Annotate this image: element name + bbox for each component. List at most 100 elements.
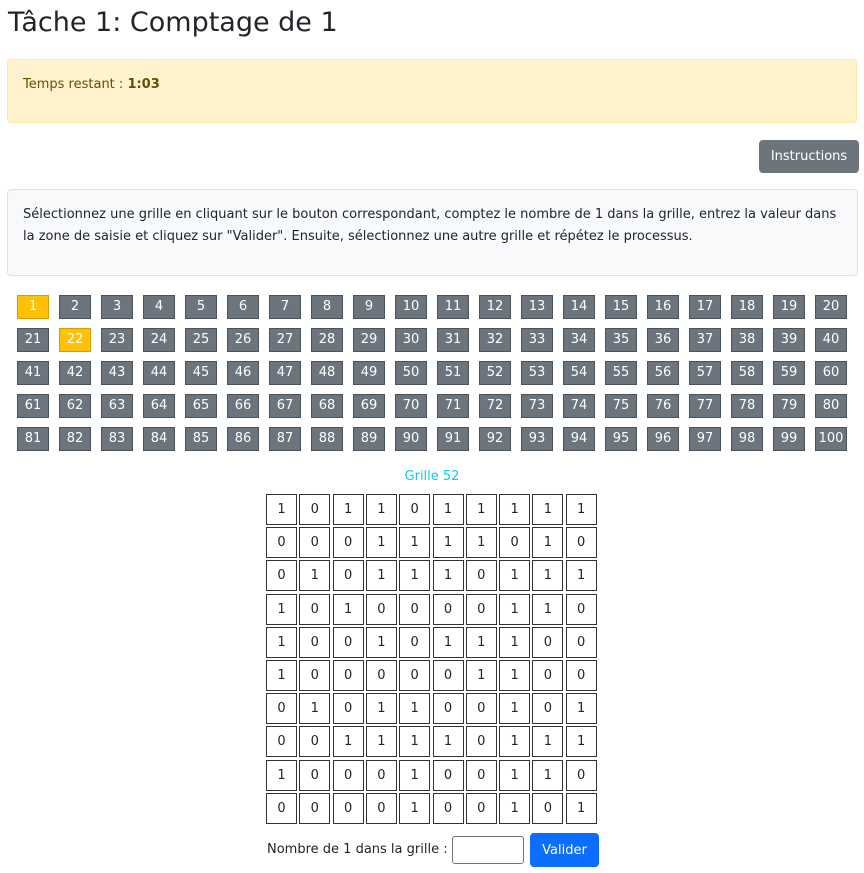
grid-select-button-97[interactable]: 97: [689, 427, 721, 451]
grid-select-button-45[interactable]: 45: [185, 361, 217, 385]
grid-select-button-67[interactable]: 67: [269, 394, 301, 418]
grid-select-button-2[interactable]: 2: [59, 295, 91, 319]
grid-select-button-52[interactable]: 52: [479, 361, 511, 385]
grid-select-button-6[interactable]: 6: [227, 295, 259, 319]
grid-select-button-56[interactable]: 56: [647, 361, 679, 385]
grid-select-button-70[interactable]: 70: [395, 394, 427, 418]
grid-select-button-74[interactable]: 74: [563, 394, 595, 418]
grid-select-button-53[interactable]: 53: [521, 361, 553, 385]
grid-select-button-48[interactable]: 48: [311, 361, 343, 385]
grid-select-button-20[interactable]: 20: [815, 295, 847, 319]
grid-select-button-51[interactable]: 51: [437, 361, 469, 385]
grid-select-button-83[interactable]: 83: [101, 427, 133, 451]
grid-select-button-59[interactable]: 59: [773, 361, 805, 385]
grid-select-button-31[interactable]: 31: [437, 328, 469, 352]
grid-select-button-44[interactable]: 44: [143, 361, 175, 385]
instructions-button[interactable]: Instructions: [759, 140, 859, 173]
grid-select-button-22[interactable]: 22: [59, 328, 91, 352]
grid-select-button-90[interactable]: 90: [395, 427, 427, 451]
grid-select-button-21[interactable]: 21: [17, 328, 49, 352]
grid-select-button-12[interactable]: 12: [479, 295, 511, 319]
grid-select-button-72[interactable]: 72: [479, 394, 511, 418]
grid-select-button-34[interactable]: 34: [563, 328, 595, 352]
grid-select-button-10[interactable]: 10: [395, 295, 427, 319]
grid-select-button-71[interactable]: 71: [437, 394, 469, 418]
grid-select-button-24[interactable]: 24: [143, 328, 175, 352]
grid-select-button-76[interactable]: 76: [647, 394, 679, 418]
grid-select-button-7[interactable]: 7: [269, 295, 301, 319]
grid-select-button-28[interactable]: 28: [311, 328, 343, 352]
grid-select-button-32[interactable]: 32: [479, 328, 511, 352]
grid-select-button-100[interactable]: 100: [815, 427, 847, 451]
grid-select-button-41[interactable]: 41: [17, 361, 49, 385]
grid-select-button-49[interactable]: 49: [353, 361, 385, 385]
grid-select-button-30[interactable]: 30: [395, 328, 427, 352]
grid-select-button-96[interactable]: 96: [647, 427, 679, 451]
grid-select-button-89[interactable]: 89: [353, 427, 385, 451]
grid-select-button-4[interactable]: 4: [143, 295, 175, 319]
grid-select-button-66[interactable]: 66: [227, 394, 259, 418]
grid-select-button-85[interactable]: 85: [185, 427, 217, 451]
grid-select-button-8[interactable]: 8: [311, 295, 343, 319]
grid-select-button-55[interactable]: 55: [605, 361, 637, 385]
grid-select-button-98[interactable]: 98: [731, 427, 763, 451]
grid-select-button-62[interactable]: 62: [59, 394, 91, 418]
grid-select-button-60[interactable]: 60: [815, 361, 847, 385]
grid-select-button-36[interactable]: 36: [647, 328, 679, 352]
grid-select-button-3[interactable]: 3: [101, 295, 133, 319]
grid-select-button-57[interactable]: 57: [689, 361, 721, 385]
grid-select-button-25[interactable]: 25: [185, 328, 217, 352]
grid-select-button-94[interactable]: 94: [563, 427, 595, 451]
grid-select-button-42[interactable]: 42: [59, 361, 91, 385]
grid-select-button-99[interactable]: 99: [773, 427, 805, 451]
grid-select-button-63[interactable]: 63: [101, 394, 133, 418]
grid-select-button-50[interactable]: 50: [395, 361, 427, 385]
grid-select-button-33[interactable]: 33: [521, 328, 553, 352]
grid-select-button-69[interactable]: 69: [353, 394, 385, 418]
answer-input[interactable]: [452, 836, 524, 864]
grid-select-button-39[interactable]: 39: [773, 328, 805, 352]
grid-select-button-37[interactable]: 37: [689, 328, 721, 352]
grid-select-button-26[interactable]: 26: [227, 328, 259, 352]
grid-select-button-75[interactable]: 75: [605, 394, 637, 418]
grid-select-button-81[interactable]: 81: [17, 427, 49, 451]
grid-select-button-46[interactable]: 46: [227, 361, 259, 385]
grid-select-button-58[interactable]: 58: [731, 361, 763, 385]
grid-select-button-40[interactable]: 40: [815, 328, 847, 352]
grid-select-button-73[interactable]: 73: [521, 394, 553, 418]
grid-select-button-87[interactable]: 87: [269, 427, 301, 451]
grid-select-button-93[interactable]: 93: [521, 427, 553, 451]
grid-select-button-95[interactable]: 95: [605, 427, 637, 451]
grid-select-button-54[interactable]: 54: [563, 361, 595, 385]
grid-select-button-9[interactable]: 9: [353, 295, 385, 319]
grid-select-button-14[interactable]: 14: [563, 295, 595, 319]
grid-select-button-80[interactable]: 80: [815, 394, 847, 418]
grid-select-button-43[interactable]: 43: [101, 361, 133, 385]
grid-select-button-79[interactable]: 79: [773, 394, 805, 418]
grid-select-button-61[interactable]: 61: [17, 394, 49, 418]
grid-select-button-16[interactable]: 16: [647, 295, 679, 319]
grid-select-button-84[interactable]: 84: [143, 427, 175, 451]
grid-select-button-77[interactable]: 77: [689, 394, 721, 418]
grid-select-button-91[interactable]: 91: [437, 427, 469, 451]
grid-select-button-47[interactable]: 47: [269, 361, 301, 385]
grid-select-button-78[interactable]: 78: [731, 394, 763, 418]
grid-select-button-92[interactable]: 92: [479, 427, 511, 451]
grid-select-button-5[interactable]: 5: [185, 295, 217, 319]
grid-select-button-64[interactable]: 64: [143, 394, 175, 418]
grid-select-button-86[interactable]: 86: [227, 427, 259, 451]
grid-select-button-88[interactable]: 88: [311, 427, 343, 451]
grid-select-button-17[interactable]: 17: [689, 295, 721, 319]
grid-select-button-35[interactable]: 35: [605, 328, 637, 352]
grid-select-button-13[interactable]: 13: [521, 295, 553, 319]
grid-select-button-68[interactable]: 68: [311, 394, 343, 418]
grid-select-button-18[interactable]: 18: [731, 295, 763, 319]
grid-select-button-27[interactable]: 27: [269, 328, 301, 352]
grid-select-button-11[interactable]: 11: [437, 295, 469, 319]
grid-select-button-19[interactable]: 19: [773, 295, 805, 319]
grid-select-button-29[interactable]: 29: [353, 328, 385, 352]
grid-select-button-38[interactable]: 38: [731, 328, 763, 352]
grid-select-button-1[interactable]: 1: [17, 295, 49, 319]
grid-select-button-82[interactable]: 82: [59, 427, 91, 451]
grid-select-button-65[interactable]: 65: [185, 394, 217, 418]
